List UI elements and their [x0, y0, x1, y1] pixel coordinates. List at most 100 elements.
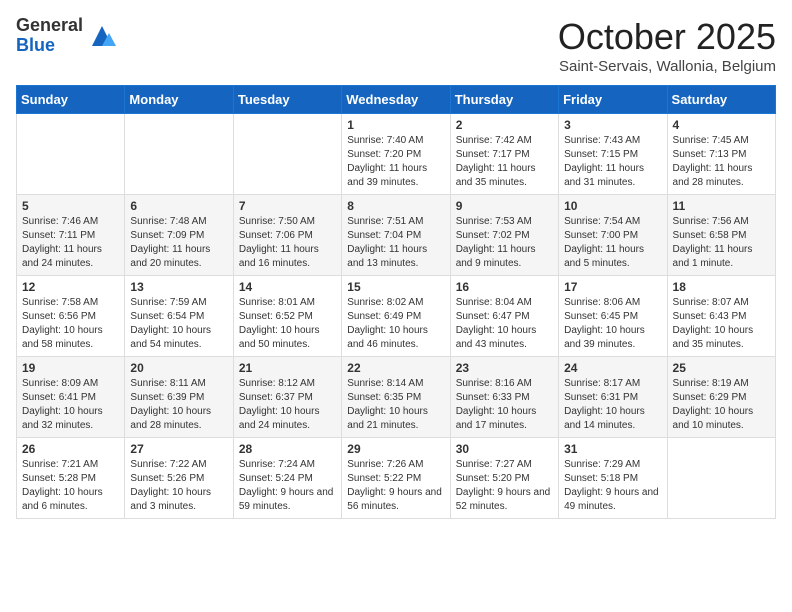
location-subtitle: Saint-Servais, Wallonia, Belgium	[558, 58, 776, 75]
day-info: Sunrise: 8:11 AMSunset: 6:39 PMDaylight:…	[130, 377, 227, 433]
day-info: Sunrise: 8:17 AMSunset: 6:31 PMDaylight:…	[564, 377, 661, 433]
calendar-cell	[17, 114, 125, 195]
day-info: Sunrise: 8:14 AMSunset: 6:35 PMDaylight:…	[347, 377, 444, 433]
calendar-cell: 19 Sunrise: 8:09 AMSunset: 6:41 PMDayligh…	[17, 357, 125, 438]
calendar-cell: 9 Sunrise: 7:53 AMSunset: 7:02 PMDaylight…	[450, 195, 558, 276]
weekday-header-tuesday: Tuesday	[233, 86, 341, 114]
calendar-cell: 17Sunrise: 8:06 AMSunset: 6:45 PMDayligh…	[559, 276, 667, 357]
day-number: 25	[673, 361, 770, 375]
calendar-cell: 14 Sunrise: 8:01 AMSunset: 6:52 PMDayligh…	[233, 276, 341, 357]
day-info: Sunrise: 7:40 AMSunset: 7:20 PMDaylight:…	[347, 134, 444, 190]
day-info: Sunrise: 7:58 AMSunset: 6:56 PMDaylight:…	[22, 296, 119, 352]
calendar-cell: 10Sunrise: 7:54 AMSunset: 7:00 PMDayligh…	[559, 195, 667, 276]
page-header: General Blue October 2025 Saint-Servais,…	[16, 16, 776, 75]
calendar-cell: 31 Sunrise: 7:29 AMSunset: 5:18 PMDayligh…	[559, 438, 667, 519]
calendar-cell: 26 Sunrise: 7:21 AMSunset: 5:28 PMDayligh…	[17, 438, 125, 519]
day-number: 3	[564, 118, 661, 132]
day-info: Sunrise: 8:01 AMSunset: 6:52 PMDaylight:…	[239, 296, 336, 352]
day-number: 14	[239, 280, 336, 294]
day-number: 8	[347, 199, 444, 213]
day-number: 15	[347, 280, 444, 294]
calendar-cell: 27Sunrise: 7:22 AMSunset: 5:26 PMDayligh…	[125, 438, 233, 519]
day-info: Sunrise: 7:29 AMSunset: 5:18 PMDaylight:…	[564, 458, 661, 514]
day-number: 11	[673, 199, 770, 213]
day-info: Sunrise: 7:42 AMSunset: 7:17 PMDaylight:…	[456, 134, 553, 190]
day-info: Sunrise: 7:59 AMSunset: 6:54 PMDaylight:…	[130, 296, 227, 352]
calendar-cell: 28 Sunrise: 7:24 AMSunset: 5:24 PMDayligh…	[233, 438, 341, 519]
day-info: Sunrise: 7:56 AMSunset: 6:58 PMDaylight:…	[673, 215, 770, 271]
day-info: Sunrise: 7:21 AMSunset: 5:28 PMDaylight:…	[22, 458, 119, 514]
calendar-cell: 1Sunrise: 7:40 AMSunset: 7:20 PMDaylight…	[342, 114, 450, 195]
day-number: 20	[130, 361, 227, 375]
day-info: Sunrise: 7:43 AMSunset: 7:15 PMDaylight:…	[564, 134, 661, 190]
day-number: 29	[347, 442, 444, 456]
day-info: Sunrise: 7:53 AMSunset: 7:02 PMDaylight:…	[456, 215, 553, 271]
day-number: 27	[130, 442, 227, 456]
logo-general: General	[16, 16, 83, 36]
logo-blue: Blue	[16, 36, 83, 56]
calendar-cell	[125, 114, 233, 195]
day-number: 22	[347, 361, 444, 375]
day-info: Sunrise: 7:45 AMSunset: 7:13 PMDaylight:…	[673, 134, 770, 190]
day-number: 23	[456, 361, 553, 375]
calendar-week-4: 19 Sunrise: 8:09 AMSunset: 6:41 PMDayligh…	[17, 357, 776, 438]
calendar-cell: 8 Sunrise: 7:51 AMSunset: 7:04 PMDaylight…	[342, 195, 450, 276]
day-info: Sunrise: 7:24 AMSunset: 5:24 PMDaylight:…	[239, 458, 336, 514]
day-number: 19	[22, 361, 119, 375]
calendar-cell: 3 Sunrise: 7:43 AMSunset: 7:15 PMDaylight…	[559, 114, 667, 195]
day-number: 4	[673, 118, 770, 132]
calendar-cell: 4 Sunrise: 7:45 AMSunset: 7:13 PMDaylight…	[667, 114, 775, 195]
day-info: Sunrise: 8:02 AMSunset: 6:49 PMDaylight:…	[347, 296, 444, 352]
calendar-header-row: SundayMondayTuesdayWednesdayThursdayFrid…	[17, 86, 776, 114]
weekday-header-saturday: Saturday	[667, 86, 775, 114]
logo: General Blue	[16, 16, 117, 56]
day-number: 2	[456, 118, 553, 132]
day-number: 28	[239, 442, 336, 456]
calendar-cell: 11 Sunrise: 7:56 AMSunset: 6:58 PMDayligh…	[667, 195, 775, 276]
day-info: Sunrise: 7:50 AMSunset: 7:06 PMDaylight:…	[239, 215, 336, 271]
day-number: 5	[22, 199, 119, 213]
day-number: 18	[673, 280, 770, 294]
weekday-header-sunday: Sunday	[17, 86, 125, 114]
weekday-header-thursday: Thursday	[450, 86, 558, 114]
day-number: 7	[239, 199, 336, 213]
day-info: Sunrise: 8:16 AMSunset: 6:33 PMDaylight:…	[456, 377, 553, 433]
weekday-header-monday: Monday	[125, 86, 233, 114]
calendar-cell: 30 Sunrise: 7:27 AMSunset: 5:20 PMDayligh…	[450, 438, 558, 519]
calendar-cell: 21Sunrise: 8:12 AMSunset: 6:37 PMDayligh…	[233, 357, 341, 438]
day-number: 16	[456, 280, 553, 294]
calendar-cell	[233, 114, 341, 195]
calendar-cell: 29Sunrise: 7:26 AMSunset: 5:22 PMDayligh…	[342, 438, 450, 519]
day-number: 10	[564, 199, 661, 213]
day-number: 30	[456, 442, 553, 456]
day-info: Sunrise: 7:46 AMSunset: 7:11 PMDaylight:…	[22, 215, 119, 271]
calendar-week-5: 26 Sunrise: 7:21 AMSunset: 5:28 PMDayligh…	[17, 438, 776, 519]
calendar-cell: 25 Sunrise: 8:19 AMSunset: 6:29 PMDayligh…	[667, 357, 775, 438]
calendar-cell: 6Sunrise: 7:48 AMSunset: 7:09 PMDaylight…	[125, 195, 233, 276]
calendar-cell: 20 Sunrise: 8:11 AMSunset: 6:39 PMDayligh…	[125, 357, 233, 438]
day-info: Sunrise: 8:07 AMSunset: 6:43 PMDaylight:…	[673, 296, 770, 352]
day-info: Sunrise: 8:06 AMSunset: 6:45 PMDaylight:…	[564, 296, 661, 352]
day-info: Sunrise: 7:48 AMSunset: 7:09 PMDaylight:…	[130, 215, 227, 271]
calendar-cell: 22 Sunrise: 8:14 AMSunset: 6:35 PMDayligh…	[342, 357, 450, 438]
calendar-cell	[667, 438, 775, 519]
month-title: October 2025	[558, 16, 776, 58]
day-number: 26	[22, 442, 119, 456]
calendar-cell: 12Sunrise: 7:58 AMSunset: 6:56 PMDayligh…	[17, 276, 125, 357]
calendar-cell: 15 Sunrise: 8:02 AMSunset: 6:49 PMDayligh…	[342, 276, 450, 357]
calendar-week-1: 1Sunrise: 7:40 AMSunset: 7:20 PMDaylight…	[17, 114, 776, 195]
logo-icon	[87, 21, 117, 51]
title-section: October 2025 Saint-Servais, Wallonia, Be…	[558, 16, 776, 75]
weekday-header-friday: Friday	[559, 86, 667, 114]
day-number: 9	[456, 199, 553, 213]
day-number: 31	[564, 442, 661, 456]
day-info: Sunrise: 7:27 AMSunset: 5:20 PMDaylight:…	[456, 458, 553, 514]
weekday-header-wednesday: Wednesday	[342, 86, 450, 114]
day-number: 24	[564, 361, 661, 375]
day-info: Sunrise: 7:51 AMSunset: 7:04 PMDaylight:…	[347, 215, 444, 271]
day-number: 21	[239, 361, 336, 375]
calendar-cell: 2 Sunrise: 7:42 AMSunset: 7:17 PMDaylight…	[450, 114, 558, 195]
day-info: Sunrise: 8:19 AMSunset: 6:29 PMDaylight:…	[673, 377, 770, 433]
calendar-week-2: 5 Sunrise: 7:46 AMSunset: 7:11 PMDaylight…	[17, 195, 776, 276]
day-info: Sunrise: 8:09 AMSunset: 6:41 PMDaylight:…	[22, 377, 119, 433]
